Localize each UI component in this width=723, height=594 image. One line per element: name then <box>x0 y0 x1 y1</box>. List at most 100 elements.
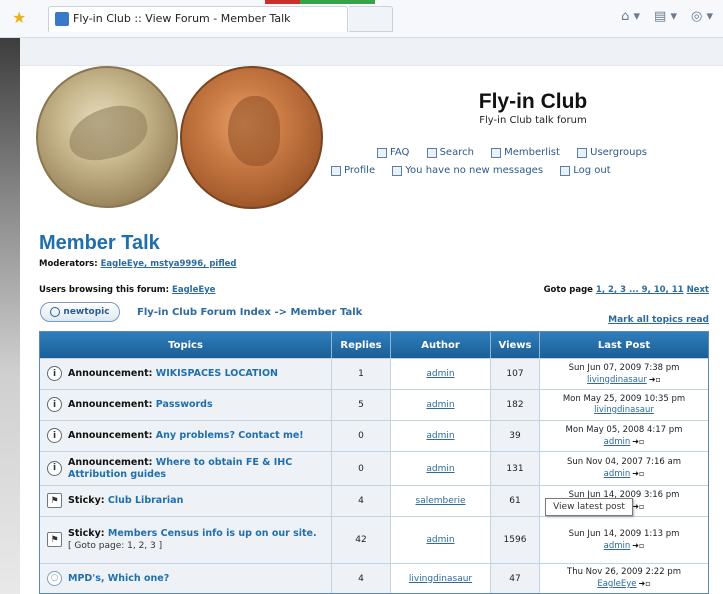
nav-logout-label: Log out <box>573 165 611 176</box>
indian-head-coin-logo[interactable] <box>180 66 323 209</box>
last-post-date: Sun Jun 14, 2009 1:13 pm <box>568 528 680 539</box>
author-link[interactable]: admin <box>391 359 491 389</box>
moderators-line: Moderators: EagleEye, mstya9996, pifled <box>39 259 236 269</box>
logout-icon <box>560 165 571 176</box>
topic-link[interactable]: WIKISPACES LOCATION <box>156 368 278 379</box>
topic-prefix: Sticky: <box>68 495 105 506</box>
header-author: Author <box>391 332 491 358</box>
window-left-edge <box>0 38 20 594</box>
messages-icon <box>392 165 403 176</box>
last-post-user-link[interactable]: admin <box>604 541 631 551</box>
site-tagline: Fly-in Club talk forum <box>479 115 587 126</box>
author-link[interactable]: admin <box>391 421 491 451</box>
browser-tab[interactable]: Fly-in Club :: View Forum - Member Talk <box>48 6 348 32</box>
header-replies: Replies <box>332 332 391 358</box>
author-link[interactable]: salemberie <box>391 486 491 516</box>
replies-cell: 4 <box>332 564 391 593</box>
flying-eagle-coin-logo[interactable] <box>36 66 178 208</box>
nav-profile-label: Profile <box>344 165 376 176</box>
nav-memberlist-label: Memberlist <box>504 147 560 158</box>
announcement-icon: i <box>47 397 62 412</box>
search-icon <box>426 147 437 158</box>
topic-cell: i Announcement: Any problems? Contact me… <box>40 421 332 451</box>
goto-page: Goto page 1, 2, 3 ... 9, 10, 11 Next <box>544 285 709 295</box>
header-topics: Topics <box>40 332 332 358</box>
last-post-cell: Sun Jun 14, 2009 1:13 pm admin ➜▫ <box>540 517 708 563</box>
breadcrumb[interactable]: Fly-in Club Forum Index -> Member Talk <box>137 307 362 318</box>
last-post-user-link[interactable]: EagleEye <box>597 579 636 589</box>
favorites-star-icon[interactable]: ★ <box>12 9 30 27</box>
browsing-user-link[interactable]: EagleEye <box>172 285 215 295</box>
command-bar: ⌂ ▾ ▤ ▾ ◎ ▾ <box>621 9 713 24</box>
nav-logout-link[interactable]: Log out <box>560 165 611 176</box>
view-latest-post-icon[interactable]: ➜▫ <box>632 501 644 512</box>
topic-goto-pages[interactable]: [ Goto page: 1, 2, 3 ] <box>68 540 317 552</box>
view-latest-post-icon[interactable]: ➜▫ <box>632 468 644 479</box>
replies-cell: 42 <box>332 517 391 563</box>
nav-usergroups-link[interactable]: Usergroups <box>577 147 647 158</box>
new-topic-icon <box>50 307 61 317</box>
tooltip: View latest post <box>545 498 633 516</box>
nav-search-link[interactable]: Search <box>426 147 474 158</box>
print-icon[interactable]: ▤ ▾ <box>654 9 677 24</box>
nav-row-1: FAQ Search Memberlist Usergroups <box>377 147 661 161</box>
replies-cell: 1 <box>332 359 391 389</box>
view-latest-post-icon[interactable]: ➜▫ <box>639 578 651 589</box>
nav-search-label: Search <box>439 147 474 158</box>
topic-link[interactable]: Members Census info is up on our site. <box>108 528 317 539</box>
goto-page-links[interactable]: 1, 2, 3 ... 9, 10, 11 <box>596 285 684 295</box>
table-header: Topics Replies Author Views Last Post <box>40 332 708 358</box>
view-latest-post-icon[interactable]: ➜▫ <box>649 374 661 385</box>
topic-link[interactable]: MPD's, Which one? <box>68 573 169 584</box>
replies-cell: 5 <box>332 390 391 420</box>
nav-profile-link[interactable]: Profile <box>331 165 375 176</box>
nav-messages-link[interactable]: You have no new messages <box>392 165 543 176</box>
last-post-cell: Sun Nov 04, 2007 7:16 am admin ➜▫ <box>540 452 708 485</box>
table-row: ⚑ Sticky: Members Census info is up on o… <box>40 516 708 563</box>
last-post-date: Mon May 05, 2008 4:17 pm <box>565 424 683 435</box>
last-post-cell: Mon May 25, 2009 10:35 pm livingdinasaur <box>540 390 708 420</box>
table-row: i Announcement: WIKISPACES LOCATION 1 ad… <box>40 358 708 389</box>
topic-link[interactable]: Passwords <box>156 399 213 410</box>
views-cell: 1596 <box>491 517 540 563</box>
new-tab-button[interactable] <box>349 6 393 32</box>
author-link[interactable]: admin <box>391 517 491 563</box>
last-post-user-link[interactable]: livingdinasaur <box>594 405 654 415</box>
replies-cell: 0 <box>332 452 391 485</box>
last-post-date: Sun Nov 04, 2007 7:16 am <box>567 457 681 467</box>
new-topic-button[interactable]: newtopic <box>40 302 120 322</box>
nav-faq-link[interactable]: FAQ <box>377 147 409 158</box>
topic-cell: ⚑ Sticky: Club Librarian <box>40 486 332 516</box>
moderators-label: Moderators: <box>39 259 98 269</box>
topic-link[interactable]: Club Librarian <box>108 495 183 506</box>
eagle-icon <box>63 100 153 166</box>
sticky-icon: ⚑ <box>47 532 62 547</box>
last-post-cell: Sun Jun 07, 2009 7:38 pm livingdinasaur ➜… <box>540 359 708 389</box>
author-link[interactable]: admin <box>391 390 491 420</box>
announcement-icon: i <box>47 366 62 381</box>
page-icon[interactable]: ◎ ▾ <box>691 9 713 24</box>
view-latest-post-icon[interactable]: ➜▫ <box>632 436 644 447</box>
author-link[interactable]: admin <box>391 452 491 485</box>
topic-link[interactable]: Any problems? Contact me! <box>156 430 304 441</box>
browsing-label: Users browsing this forum: <box>39 285 170 295</box>
topic-prefix: Announcement: <box>68 456 153 468</box>
page-top-band <box>20 38 723 66</box>
last-post-cell: Thu Nov 26, 2009 2:22 pm EagleEye ➜▫ <box>540 564 708 593</box>
last-post-user-link[interactable]: admin <box>604 437 631 447</box>
view-latest-post-icon[interactable]: ➜▫ <box>632 540 644 551</box>
table-row: i Announcement: Any problems? Contact me… <box>40 420 708 451</box>
mark-all-read-link[interactable]: Mark all topics read <box>608 315 709 325</box>
forum-title[interactable]: Member Talk <box>39 232 160 255</box>
sticky-icon: ⚑ <box>47 493 62 508</box>
last-post-user-link[interactable]: admin <box>604 469 631 479</box>
last-post-user-link[interactable]: livingdinasaur <box>587 375 647 385</box>
author-link[interactable]: livingdinasaur <box>391 564 491 593</box>
nav-memberlist-link[interactable]: Memberlist <box>491 147 560 158</box>
goto-next-link[interactable]: Next <box>687 285 709 295</box>
topics-table: Topics Replies Author Views Last Post i … <box>39 331 709 594</box>
home-icon[interactable]: ⌂ ▾ <box>621 9 640 24</box>
nav-messages-label: You have no new messages <box>405 165 544 176</box>
moderators-links[interactable]: EagleEye, mstya9996, pifled <box>101 259 237 269</box>
topic-cell: ⚑ Sticky: Members Census info is up on o… <box>40 517 332 563</box>
